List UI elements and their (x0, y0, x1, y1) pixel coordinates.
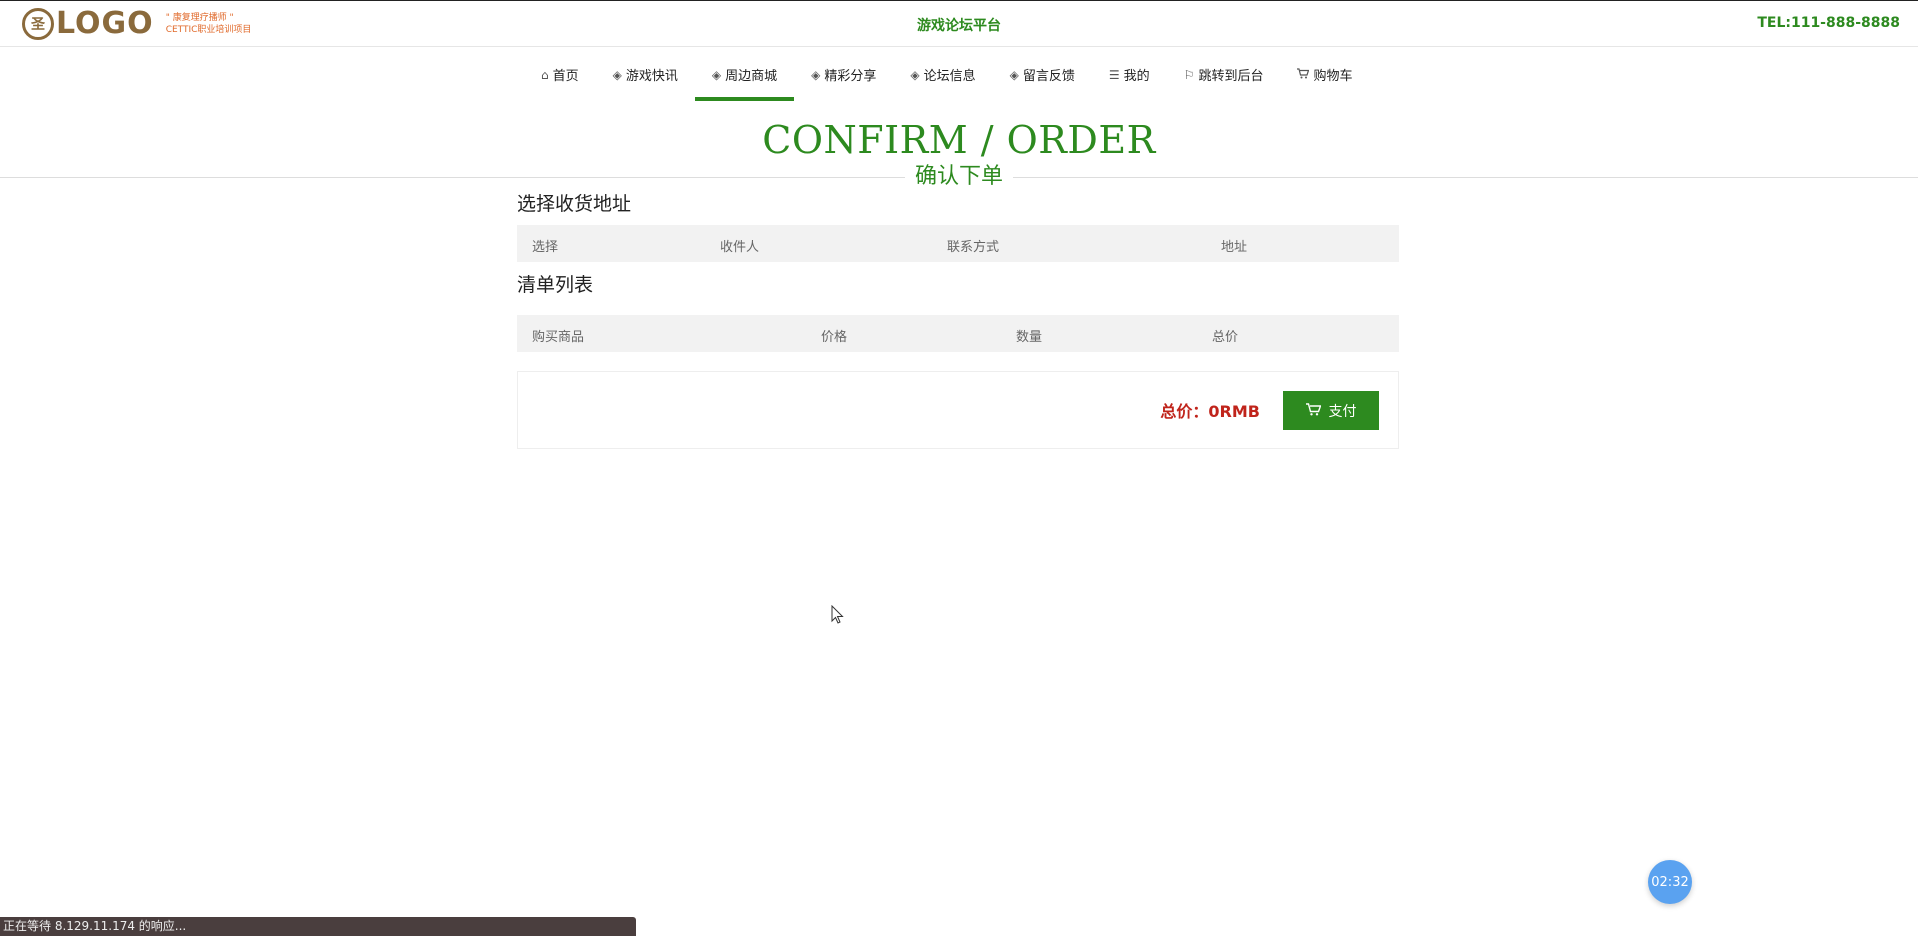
layers-icon: ◈ (1009, 67, 1019, 82)
column-header: 总价 (1212, 330, 1239, 345)
items-section: 清单列表 (517, 272, 1399, 298)
nav-item-label: 游戏快讯 (625, 69, 678, 84)
main-nav: ⌂ 首页 ◈ 游戏快讯 ◈ 周边商城 ◈ 精彩分享 ◈ 论坛信息 ◈ 留言反馈 … (524, 47, 1369, 102)
layers-icon: ◈ (910, 67, 920, 82)
column-header: 选择 (532, 240, 559, 255)
nav-item-cart[interactable]: 购物车 (1280, 47, 1369, 102)
pay-button[interactable]: 支付 (1283, 391, 1379, 430)
home-icon: ⌂ (541, 67, 549, 82)
total-price: 总价：0RMB (1160, 402, 1260, 421)
column-header: 收件人 (720, 240, 760, 255)
items-table: 购买商品 价格 数量 总价 (517, 315, 1399, 352)
nav-item-forum[interactable]: ◈ 论坛信息 (893, 47, 992, 102)
site-title: 游戏论坛平台 (917, 18, 1001, 34)
nav-item-label: 我的 (1123, 69, 1150, 84)
address-table-header: 选择 收件人 联系方式 地址 (517, 225, 1399, 262)
top-bar: 圣 LOGO " 康复理疗播师 " CETTIC职业培训项目 游戏论坛平台 TE… (0, 0, 1918, 47)
cart-icon (1297, 67, 1310, 82)
nav-item-game-news[interactable]: ◈ 游戏快讯 (596, 47, 695, 102)
items-table-header: 购买商品 价格 数量 总价 (517, 315, 1399, 352)
page-title-zh-wrap: 确认下单 (0, 162, 1918, 192)
page-title-en: CONFIRM / ORDER (762, 118, 1156, 162)
address-section: 选择收货地址 (517, 191, 1399, 217)
layers-icon: ◈ (711, 67, 722, 82)
column-header: 数量 (1016, 330, 1043, 345)
nav-item-label: 跳转到后台 (1198, 69, 1264, 84)
address-table: 选择 收件人 联系方式 地址 (517, 225, 1399, 262)
column-header: 地址 (1221, 240, 1248, 255)
phone-number: TEL:111-888-8888 (1757, 15, 1900, 31)
nav-item-home[interactable]: ⌂ 首页 (524, 47, 596, 102)
flag-icon: ⚐ (1183, 67, 1195, 82)
items-section-title: 清单列表 (517, 274, 594, 296)
timer-badge[interactable]: 02:32 (1648, 860, 1692, 904)
browser-status-bar: 正在等待 8.129.11.174 的响应... (0, 917, 636, 936)
menu-icon: ☰ (1108, 67, 1120, 82)
column-header: 联系方式 (947, 240, 1000, 255)
cart-icon (1305, 402, 1321, 419)
nav-item-label: 精彩分享 (824, 69, 877, 84)
nav-item-admin[interactable]: ⚐ 跳转到后台 (1167, 47, 1281, 102)
nav-item-label: 周边商城 (725, 69, 778, 84)
layers-icon: ◈ (811, 67, 821, 82)
column-header: 购买商品 (532, 330, 585, 345)
column-header: 价格 (821, 330, 848, 345)
nav-item-label: 首页 (552, 69, 579, 84)
page-title-zh: 确认下单 (904, 164, 1013, 189)
nav-item-shop[interactable]: ◈ 周边商城 (694, 47, 795, 102)
order-summary: 总价：0RMB 支付 (517, 371, 1399, 449)
nav-item-mine[interactable]: ☰ 我的 (1092, 47, 1167, 102)
page-heading: CONFIRM / ORDER (0, 116, 1918, 164)
mouse-cursor-icon (831, 605, 844, 624)
layers-icon: ◈ (612, 67, 622, 82)
pay-button-label: 支付 (1328, 402, 1357, 419)
nav-item-label: 购物车 (1313, 69, 1353, 84)
address-section-title: 选择收货地址 (517, 193, 632, 215)
nav-item-label: 论坛信息 (923, 69, 976, 84)
nav-item-label: 留言反馈 (1022, 69, 1075, 84)
nav-item-feedback[interactable]: ◈ 留言反馈 (993, 47, 1092, 102)
nav-item-share[interactable]: ◈ 精彩分享 (794, 47, 893, 102)
